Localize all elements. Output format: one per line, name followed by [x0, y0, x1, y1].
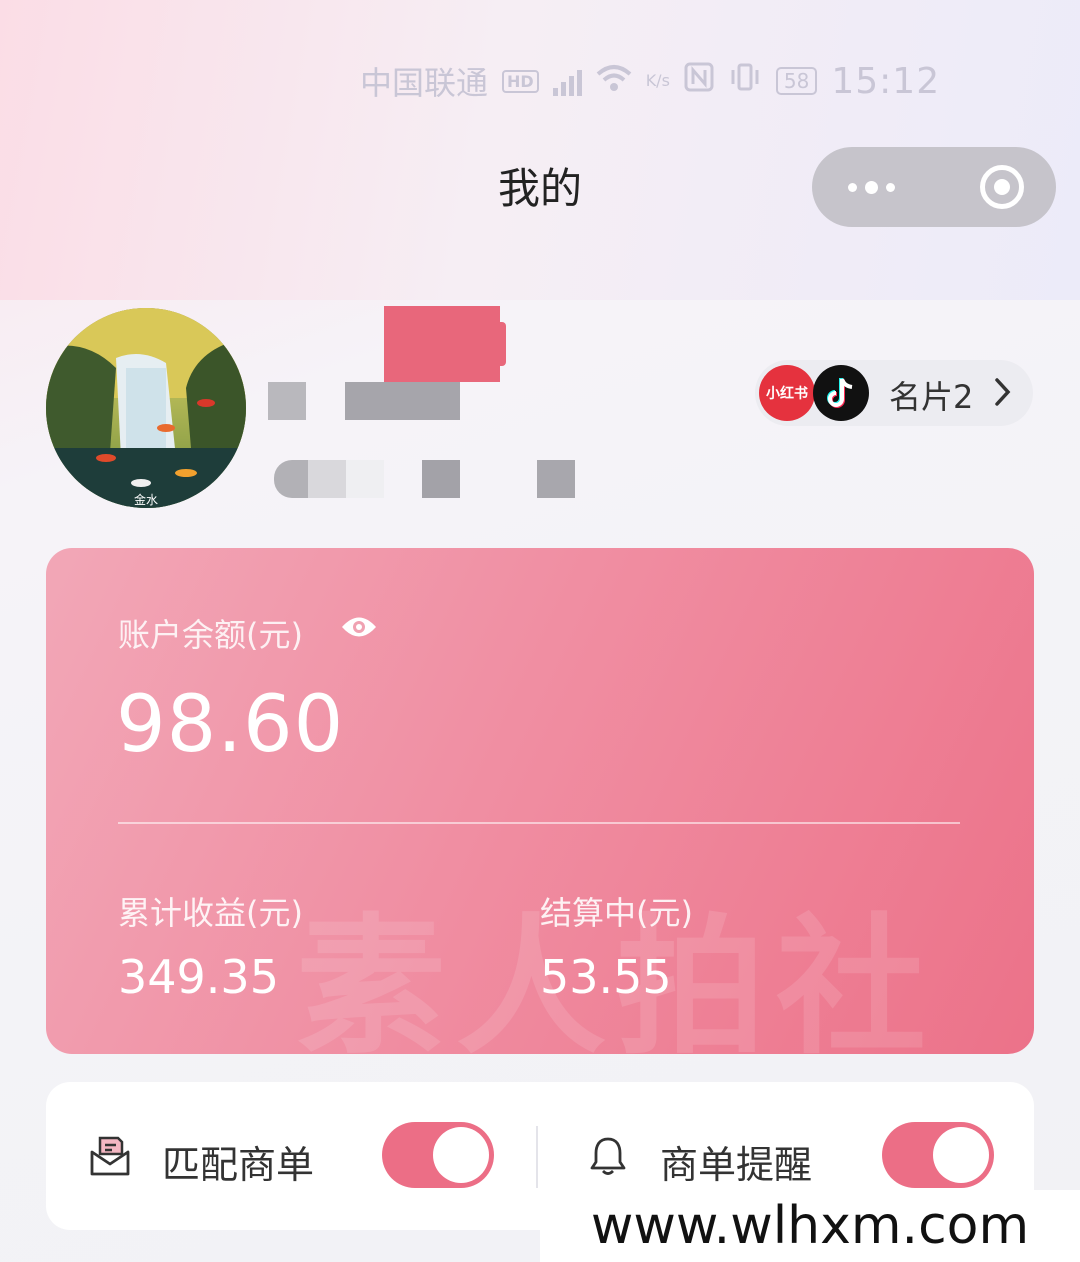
xiaohongshu-icon: 小红书 — [759, 365, 815, 421]
balance-label: 账户余额(元) — [118, 616, 303, 654]
carrier-label: 中国联通 — [360, 64, 489, 102]
match-orders-switch[interactable] — [382, 1122, 494, 1188]
redacted-info-5 — [537, 460, 575, 498]
redacted-name-2 — [345, 382, 460, 420]
status-bar: 中国联通 HD K/s 58 15:12 — [360, 56, 1040, 106]
settling-value: 53.55 — [540, 950, 672, 1004]
balance-divider — [118, 822, 960, 824]
close-target-icon[interactable] — [980, 165, 1024, 209]
chevron-right-icon — [993, 374, 1013, 414]
order-reminder-switch[interactable] — [882, 1122, 994, 1188]
miniprogram-capsule — [812, 147, 1056, 227]
mail-icon — [88, 1134, 132, 1182]
settling-label: 结算中(元) — [540, 894, 693, 932]
cumulative-earnings-label: 累计收益(元) — [118, 894, 303, 932]
cumulative-earnings-value: 349.35 — [118, 950, 279, 1004]
tiktok-icon — [813, 365, 869, 421]
match-orders-label: 匹配商单 — [162, 1143, 315, 1187]
redacted-name-1 — [268, 382, 306, 420]
nfc-icon — [684, 62, 714, 100]
bell-icon — [586, 1134, 630, 1182]
card-link-label: 名片2 — [889, 378, 974, 416]
network-speed: K/s — [645, 71, 670, 90]
redacted-info-3 — [346, 460, 384, 498]
redacted-info-1 — [274, 460, 308, 498]
site-watermark: www.wlhxm.com — [540, 1190, 1080, 1262]
signal-icon — [552, 66, 582, 96]
toggle-separator — [536, 1126, 538, 1188]
order-reminder-label: 商单提醒 — [660, 1143, 813, 1187]
vibrate-icon — [728, 62, 762, 100]
clock: 15:12 — [831, 60, 941, 102]
redacted-badge-edge — [498, 322, 506, 366]
eye-icon[interactable] — [340, 614, 378, 644]
redacted-info-4 — [422, 460, 460, 498]
avatar-caption: 金水 — [134, 492, 158, 507]
avatar[interactable]: 金水 — [46, 308, 246, 508]
redacted-info-2 — [308, 460, 346, 498]
balance-amount: 98.60 — [116, 680, 345, 770]
wifi-icon — [596, 62, 632, 100]
business-card-link[interactable]: 小红书 名片2 — [755, 360, 1033, 426]
redacted-badge — [384, 306, 500, 382]
hd-badge: HD — [502, 69, 539, 93]
more-icon[interactable] — [848, 180, 895, 194]
balance-card: 素人拍社 账户余额(元) 98.60 累计收益(元) 349.35 结算中(元)… — [46, 548, 1034, 1054]
battery-indicator: 58 — [775, 67, 818, 95]
